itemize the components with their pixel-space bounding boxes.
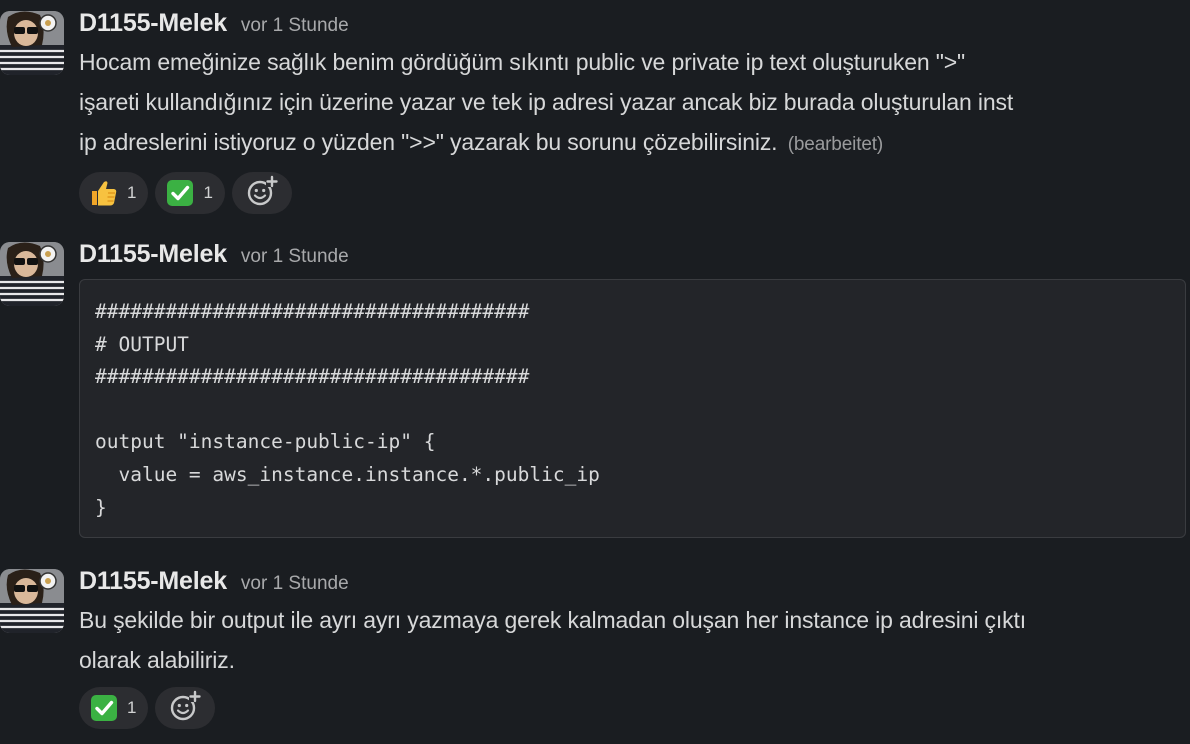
add-reaction-icon <box>246 175 278 212</box>
avatar[interactable] <box>0 11 64 75</box>
code-line: output "instance-public-ip" { <box>95 430 436 454</box>
message-header: D1155-Melek vor 1 Stunde <box>79 240 1186 270</box>
message-line-text: ip adreslerini istiyoruz o yüzden ">>" y… <box>79 129 778 155</box>
reaction-thumbs-up[interactable]: 1 <box>79 172 149 214</box>
message-text: Bu şekilde bir output ile ayrı ayrı yazm… <box>79 600 1186 680</box>
white-check-mark-icon <box>165 178 195 208</box>
message-body: D1155-Melek vor 1 Stunde Bu şekilde bir … <box>79 567 1186 729</box>
timestamp[interactable]: vor 1 Stunde <box>241 15 349 37</box>
code-block[interactable]: ##################################### # O… <box>79 279 1186 538</box>
message-header: D1155-Melek vor 1 Stunde <box>79 9 1186 39</box>
code-line: # OUTPUT <box>95 332 189 356</box>
add-reaction-button[interactable] <box>231 172 292 214</box>
message-line: Hocam emeğinize sağlık benim gördüğüm sı… <box>79 49 966 75</box>
add-reaction-icon <box>169 690 202 727</box>
code-line: value = aws_instance.instance.*.public_i… <box>95 462 600 486</box>
timestamp[interactable]: vor 1 Stunde <box>241 573 349 595</box>
author-name[interactable]: D1155-Melek <box>79 567 227 596</box>
white-check-mark-icon <box>89 693 119 723</box>
code-line: } <box>95 495 107 519</box>
reaction-check[interactable]: 1 <box>79 687 149 729</box>
message-body: D1155-Melek vor 1 Stunde Hocam emeğinize… <box>79 9 1186 214</box>
author-name[interactable]: D1155-Melek <box>79 9 227 38</box>
message-line: ip adreslerini istiyoruz o yüzden ">>" y… <box>79 122 1186 165</box>
reaction-count: 1 <box>203 183 213 202</box>
code-line: ##################################### <box>95 365 530 389</box>
reaction-check[interactable]: 1 <box>155 172 225 214</box>
code-line: ##################################### <box>95 300 530 323</box>
thumbs-up-icon <box>89 178 119 208</box>
message-text: Hocam emeğinize sağlık benim gördüğüm sı… <box>79 42 1186 165</box>
message-line: olarak alabiliriz. <box>79 647 235 673</box>
message-body: D1155-Melek vor 1 Stunde ###############… <box>79 240 1186 538</box>
message-line: Bu şekilde bir output ile ayrı ayrı yazm… <box>79 607 1026 633</box>
avatar[interactable] <box>0 242 64 306</box>
timestamp[interactable]: vor 1 Stunde <box>241 246 349 268</box>
message-line: işareti kullandığınız için üzerine yazar… <box>79 89 1014 115</box>
message-header: D1155-Melek vor 1 Stunde <box>79 567 1186 597</box>
reactions-bar: 1 <box>79 687 1186 729</box>
edited-label: (bearbeitet) <box>787 134 884 155</box>
reactions-bar: 1 1 <box>79 172 1186 214</box>
avatar[interactable] <box>0 569 64 633</box>
add-reaction-button[interactable] <box>155 687 216 729</box>
author-name[interactable]: D1155-Melek <box>79 240 227 269</box>
reaction-count: 1 <box>127 183 137 202</box>
reaction-count: 1 <box>127 698 137 717</box>
